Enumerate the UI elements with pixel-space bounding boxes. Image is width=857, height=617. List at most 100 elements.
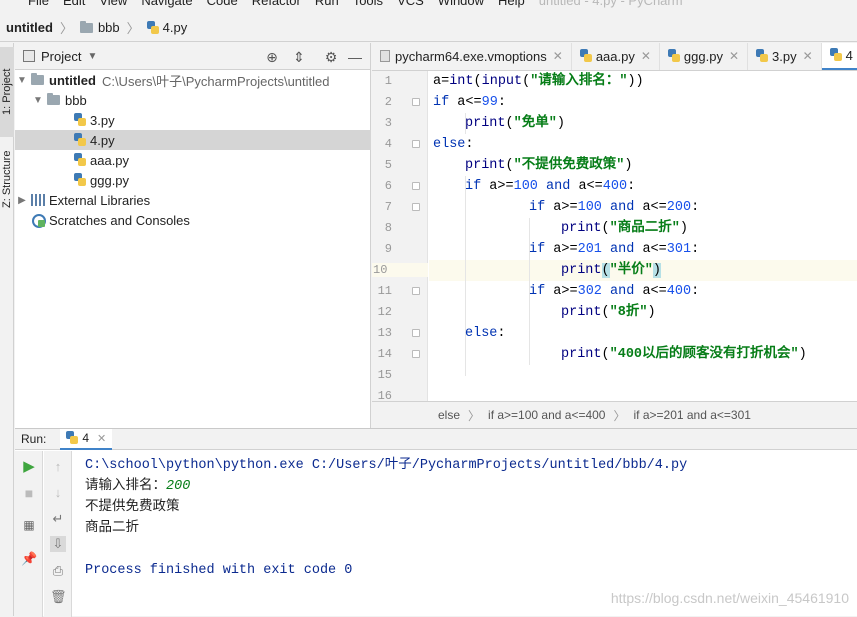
- line-number: 12: [377, 305, 392, 319]
- tree-root-path: C:\Users\叶子\PycharmProjects\untitled: [101, 73, 330, 89]
- fold-marker-icon[interactable]: [412, 203, 420, 211]
- rerun-icon[interactable]: ▶: [21, 459, 37, 475]
- collapse-all-icon[interactable]: ⇕: [291, 49, 307, 65]
- print-icon[interactable]: ⎙: [50, 563, 66, 579]
- tree-file-name: 4.py: [90, 132, 115, 148]
- tab-3[interactable]: 3.py ✕: [748, 43, 822, 70]
- chevron-right-icon: 〉: [613, 408, 626, 423]
- tab-label: pycharm64.exe.vmoptions: [395, 48, 547, 64]
- pin-icon[interactable]: 📌: [21, 551, 37, 567]
- tab-label: aaa.py: [595, 48, 635, 64]
- code-editor: pycharm64.exe.vmoptions ✕ aaa.py ✕ ggg.p…: [372, 43, 857, 428]
- fold-marker-icon[interactable]: [412, 140, 420, 148]
- arrow-up-icon[interactable]: ↑: [50, 459, 66, 475]
- line-number: 8: [384, 221, 392, 235]
- python-file-icon: [74, 173, 86, 187]
- fold-marker-icon[interactable]: [412, 350, 420, 358]
- folder-icon: [47, 93, 60, 105]
- code-area[interactable]: a=int(input("请输入排名：")) if a<=99: print("…: [429, 71, 857, 401]
- tree-item-3py[interactable]: 3.py: [15, 110, 371, 130]
- menu-help[interactable]: Help: [498, 0, 525, 8]
- folder-icon: [79, 20, 93, 33]
- chevron-right-icon: 〉: [59, 21, 73, 36]
- menu-run[interactable]: Run: [315, 0, 339, 8]
- tree-item-gggpy[interactable]: ggg.py: [15, 170, 371, 190]
- tree-external-label: External Libraries: [49, 192, 151, 208]
- tab-4[interactable]: 4: [821, 43, 857, 70]
- breadcrumb-file[interactable]: 4.py: [163, 20, 188, 35]
- hide-panel-icon[interactable]: —: [347, 49, 363, 65]
- close-icon[interactable]: ✕: [729, 49, 739, 63]
- run-tab-4[interactable]: 4 ✕: [60, 428, 113, 450]
- window-title: untitled - 4.py - PyCharm: [538, 0, 683, 8]
- menu-view[interactable]: View: [99, 0, 127, 8]
- line-number: 14: [377, 347, 392, 361]
- menu-edit[interactable]: Edit: [63, 0, 85, 8]
- run-toolbar-primary: ▶ ■ ▦ 📌: [15, 451, 43, 617]
- project-panel-title[interactable]: Project: [41, 49, 81, 64]
- code-line-3: print("免单"): [465, 116, 565, 131]
- line-number: 6: [384, 179, 392, 193]
- python-file-icon: [756, 49, 769, 63]
- arrow-down-icon[interactable]: ↓: [50, 485, 66, 501]
- python-file-icon: [74, 133, 86, 147]
- menu-window[interactable]: Window: [438, 0, 484, 8]
- close-icon[interactable]: ✕: [553, 49, 563, 63]
- fold-marker-icon[interactable]: [412, 287, 420, 295]
- fold-marker-icon[interactable]: [412, 329, 420, 337]
- breadcrumb-folder[interactable]: bbb: [98, 20, 120, 35]
- code-breadcrumb: else 〉 if a>=100 and a<=400 〉 if a>=201 …: [372, 401, 857, 428]
- expand-arrow-icon[interactable]: ▼: [17, 75, 27, 86]
- menu-vcs[interactable]: VCS: [397, 0, 424, 8]
- library-icon: [31, 194, 45, 206]
- menu-file[interactable]: File: [28, 0, 49, 8]
- python-file-icon: [74, 113, 86, 127]
- tree-item-scratches[interactable]: Scratches and Consoles: [15, 210, 371, 230]
- tree-item-4py[interactable]: 4.py: [15, 130, 371, 150]
- close-icon[interactable]: ✕: [803, 49, 813, 63]
- code-breadcrumb-item[interactable]: if a>=201 and a<=301: [634, 408, 751, 422]
- locate-icon[interactable]: ⊕: [264, 49, 280, 65]
- tab-aaa[interactable]: aaa.py ✕: [572, 43, 660, 70]
- close-icon[interactable]: ✕: [641, 49, 651, 63]
- soft-wrap-icon[interactable]: ↵: [50, 511, 66, 527]
- fold-marker-icon[interactable]: [412, 182, 420, 190]
- menu-tools[interactable]: Tools: [353, 0, 383, 8]
- gear-icon[interactable]: ⚙: [323, 49, 339, 65]
- breadcrumb-project[interactable]: untitled: [6, 20, 53, 35]
- tree-item-root[interactable]: ▼ untitled C:\Users\叶子\PycharmProjects\u…: [15, 70, 371, 90]
- editor-tabs: pycharm64.exe.vmoptions ✕ aaa.py ✕ ggg.p…: [372, 43, 857, 71]
- code-line-4: else:: [433, 137, 474, 152]
- line-number: 11: [377, 284, 392, 298]
- close-icon[interactable]: ✕: [97, 432, 106, 445]
- code-breadcrumb-item[interactable]: if a>=100 and a<=400: [488, 408, 605, 422]
- watermark: https://blog.csdn.net/weixin_45461910: [610, 590, 849, 606]
- tab-ggg[interactable]: ggg.py ✕: [660, 43, 749, 70]
- tree-item-aaapy[interactable]: aaa.py: [15, 150, 371, 170]
- tab-vmoptions[interactable]: pycharm64.exe.vmoptions ✕: [372, 43, 572, 70]
- menu-refactor[interactable]: Refactor: [252, 0, 301, 8]
- code-line-12: print("8折"): [561, 305, 656, 320]
- collapsed-arrow-icon[interactable]: ▶: [17, 195, 27, 206]
- scroll-to-end-icon[interactable]: ⇩: [50, 536, 66, 552]
- trash-icon[interactable]: 🗑: [50, 589, 67, 605]
- code-line-14: print("400以后的顾客没有打折机会"): [561, 347, 807, 362]
- stop-icon[interactable]: ■: [21, 485, 37, 501]
- console-command-line: C:\school\python\python.exe C:/Users/叶子/…: [85, 458, 688, 473]
- dropdown-arrow-icon[interactable]: ▼: [87, 51, 97, 62]
- code-line-9: if a>=201 and a<=301:: [529, 242, 700, 257]
- chevron-right-icon: 〉: [468, 408, 481, 423]
- fold-marker-icon[interactable]: [412, 98, 420, 106]
- expand-arrow-icon[interactable]: ▼: [33, 95, 43, 106]
- line-number: 2: [384, 95, 392, 109]
- layout-icon[interactable]: ▦: [21, 517, 37, 533]
- structure-tool-tab[interactable]: Z: Structure: [0, 139, 14, 219]
- tree-item-external-libraries[interactable]: ▶ External Libraries: [15, 190, 371, 210]
- menu-code[interactable]: Code: [207, 0, 238, 8]
- menu-navigate[interactable]: Navigate: [141, 0, 192, 8]
- code-breadcrumb-item[interactable]: else: [438, 408, 460, 422]
- tree-item-bbb[interactable]: ▼ bbb: [15, 90, 371, 110]
- code-line-7: if a>=100 and a<=200:: [529, 200, 700, 215]
- code-line-13: else:: [465, 326, 506, 341]
- project-tool-tab[interactable]: 1: Project: [0, 47, 14, 137]
